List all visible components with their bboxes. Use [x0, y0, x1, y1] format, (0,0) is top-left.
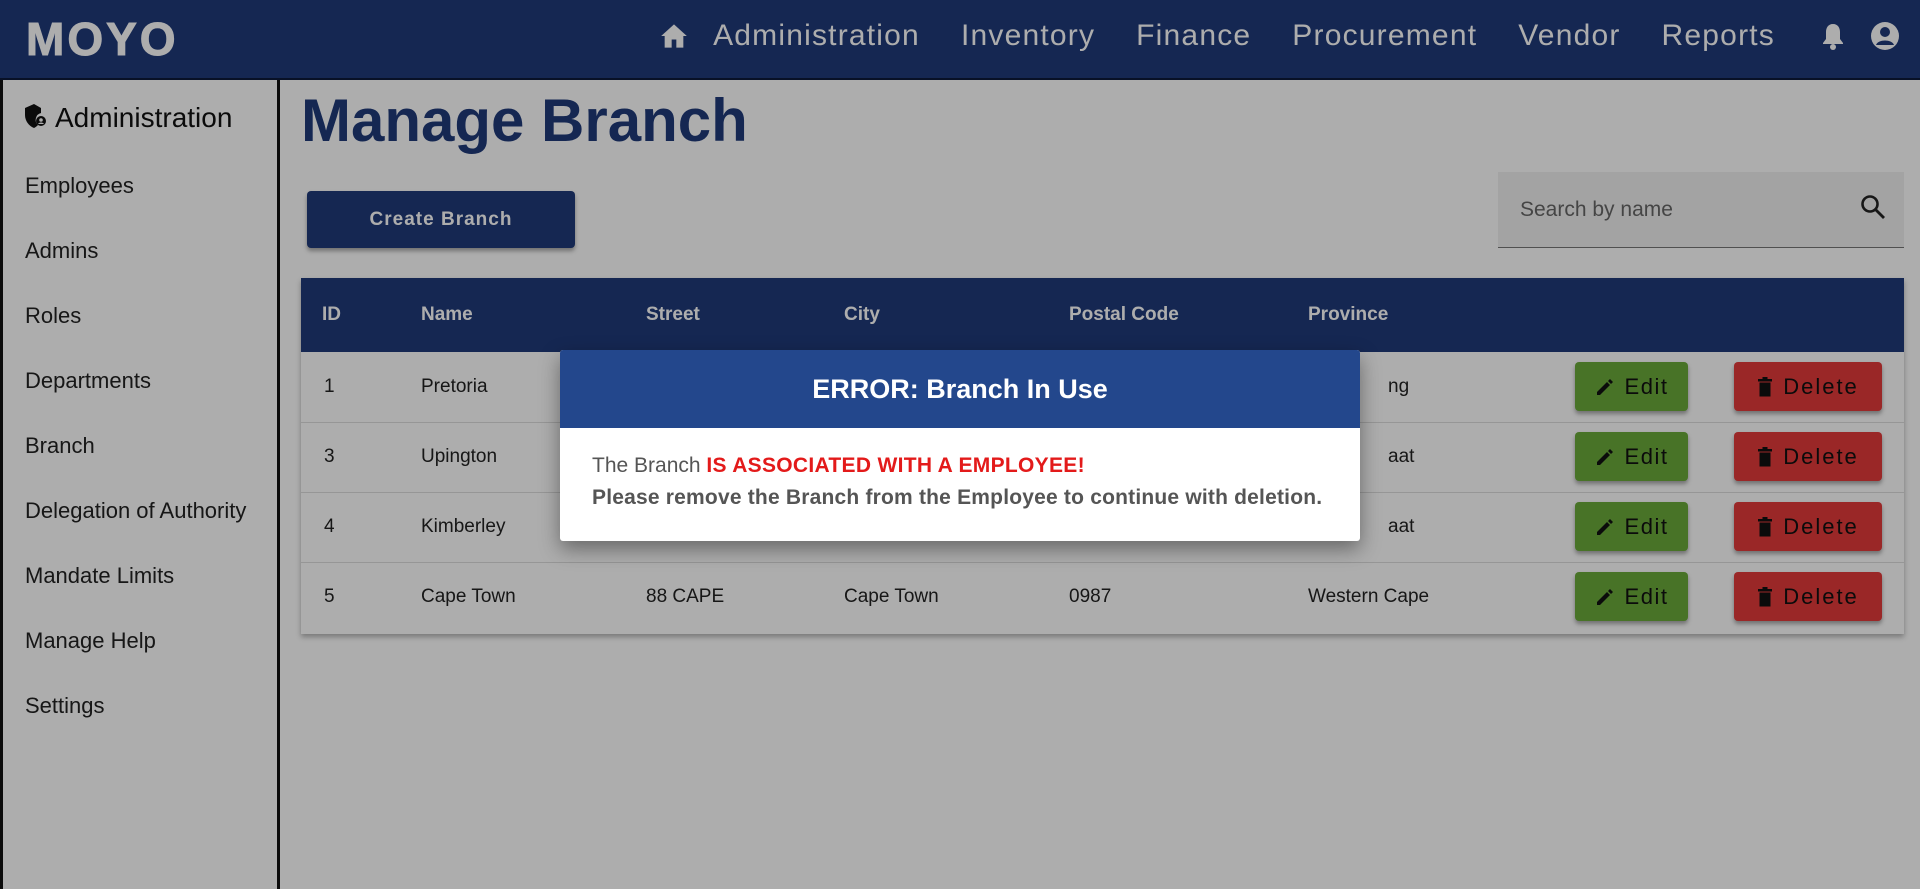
dialog-message-prefix: The Branch [592, 454, 707, 477]
error-dialog: ERROR: Branch In Use The Branch IS ASSOC… [560, 350, 1360, 541]
dialog-message-line-2: Please remove the Branch from the Employ… [592, 486, 1323, 509]
dialog-message-line-1: The Branch IS ASSOCIATED WITH A EMPLOYEE… [592, 454, 1328, 478]
dialog-body: The Branch IS ASSOCIATED WITH A EMPLOYEE… [560, 428, 1360, 510]
dialog-warning-text: IS ASSOCIATED WITH A EMPLOYEE! [706, 454, 1085, 477]
dialog-title: ERROR: Branch In Use [560, 350, 1360, 428]
